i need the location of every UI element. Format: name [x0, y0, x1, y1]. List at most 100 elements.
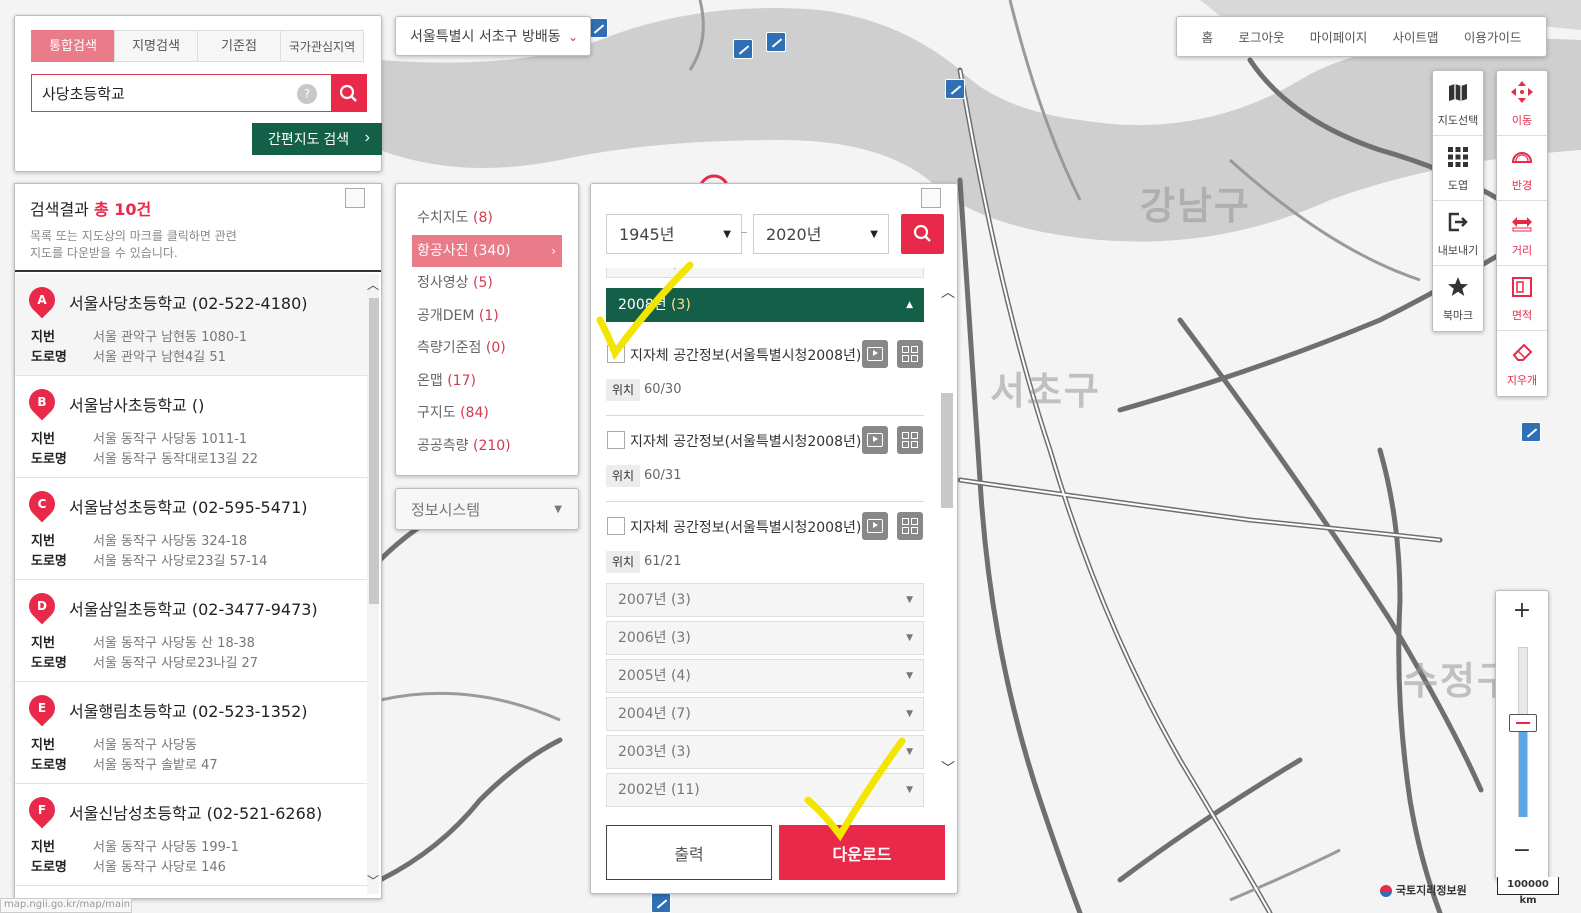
area-icon [1512, 277, 1532, 297]
result-title-prefix: 검색결과 [30, 200, 89, 219]
year-header-2006[interactable]: 2006년 (3) ▼ [606, 621, 924, 655]
result-item-b[interactable]: B 서울남사초등학교 () 지번 서울 동작구 사당동 1011-1 도로명 서울 … [15, 376, 367, 478]
result-item-f[interactable]: F 서울신남성초등학교 (02-521-6268) 지번 서울 동작구 사당동 1… [15, 784, 367, 886]
preview-icon[interactable] [862, 426, 888, 454]
tool-area[interactable]: 면적 [1497, 266, 1547, 331]
result-item-c[interactable]: C 서울남성초등학교 (02-595-5471) 지번 서울 동작구 사당동 32… [15, 478, 367, 580]
map-icon [1449, 84, 1467, 101]
location-dropdown-value: 서울특별시 서초구 방배동 [410, 29, 561, 45]
tab-place-search[interactable]: 지명검색 [114, 30, 198, 62]
tool-sheet[interactable]: 도엽 [1433, 136, 1483, 201]
tool-distance[interactable]: 거리 [1497, 201, 1547, 266]
tool-radius[interactable]: 반경 [1497, 136, 1547, 201]
star-icon [1448, 277, 1468, 296]
zoom-slider-handle[interactable] [1509, 714, 1537, 732]
category-digital-map[interactable]: 수치지도 (8) [412, 202, 562, 235]
scroll-thumb[interactable] [369, 298, 379, 604]
result-item-e[interactable]: E 서울행림초등학교 (02-523-1352) 지번 서울 동작구 사당동 도로… [15, 682, 367, 784]
caret-down-icon: ▼ [906, 595, 913, 605]
info-system-dropdown[interactable]: 정보시스템 ▼ [395, 488, 579, 530]
year-header-2004[interactable]: 2004년 (7) ▼ [606, 697, 924, 731]
expand-icon[interactable] [921, 188, 941, 208]
district-label-seocho: 서초구 [990, 369, 1101, 413]
nav-mypage-link[interactable]: 마이페이지 [1310, 27, 1368, 46]
print-button[interactable]: 출력 [606, 825, 772, 880]
export-icon [1448, 212, 1468, 232]
map-marker-icon[interactable] [1521, 422, 1541, 442]
preview-icon[interactable] [862, 512, 888, 540]
scroll-thumb[interactable] [941, 393, 953, 508]
result-item-d[interactable]: D 서울삼일초등학교 (02-3477-9473) 지번 서울 동작구 사당동 산… [15, 580, 367, 682]
nav-logout-link[interactable]: 로그아웃 [1238, 27, 1284, 46]
tool-map-select[interactable]: 지도선택 [1433, 71, 1483, 136]
location-tag: 위치 [606, 379, 640, 401]
category-onmap[interactable]: 온맵 (17) [412, 365, 562, 398]
tool-bookmark[interactable]: 북마크 [1433, 266, 1483, 331]
tool-export[interactable]: 내보내기 [1433, 201, 1483, 266]
result-item-name: 서울행림초등학교 (02-523-1352) [69, 702, 308, 721]
category-public-dem[interactable]: 공개DEM (1) [412, 300, 562, 333]
year-header-2007[interactable]: 2007년 (3) ▼ [606, 583, 924, 617]
annotation-checkmark-icon [596, 261, 694, 361]
year-from-select[interactable]: 1945년 ▼ [606, 214, 742, 254]
photo-list-scrollbar[interactable]: ︿ ﹀ [941, 268, 955, 798]
year-to-select[interactable]: 2020년 ▼ [753, 214, 889, 254]
category-old-map[interactable]: 구지도 (84) [412, 397, 562, 430]
photo-search-button[interactable] [901, 214, 944, 254]
result-item-name: 서울사당초등학교 (02-522-4180) [69, 294, 308, 313]
zoom-out-button[interactable]: − [1496, 831, 1548, 871]
map-marker-icon[interactable] [945, 79, 965, 99]
scroll-up-icon[interactable]: ︿ [941, 282, 955, 302]
nav-home-link[interactable]: 홈 [1202, 27, 1214, 46]
location-value: 60/30 [644, 382, 682, 397]
category-ortho-image[interactable]: 정사영상 (5) [412, 267, 562, 300]
tab-national-interest[interactable]: 국가관심지역 [280, 30, 364, 62]
map-marker-icon[interactable] [588, 18, 608, 38]
location-value: 60/31 [644, 468, 682, 483]
help-icon[interactable]: ? [297, 84, 317, 104]
location-dropdown[interactable]: 서울특별시 서초구 방배동 ⌄ [395, 16, 591, 56]
zoom-in-button[interactable]: + [1496, 591, 1548, 631]
photo-item: 지자체 공간정보(서울특별시청2008년) 위치 61/21 [606, 502, 924, 588]
photo-checkbox[interactable] [607, 431, 625, 449]
tile-index-icon[interactable] [897, 426, 923, 454]
category-survey-point[interactable]: 측량기준점 (0) [412, 332, 562, 365]
map-marker-icon[interactable] [651, 893, 671, 913]
annotation-checkmark-icon [804, 737, 906, 842]
simple-map-search-label: 간편지도 검색 [268, 131, 350, 147]
tool-move[interactable]: 이동 [1497, 71, 1547, 136]
expand-icon[interactable] [345, 188, 365, 208]
category-public-survey[interactable]: 공공측량 (210) [412, 430, 562, 463]
scroll-up-icon[interactable]: ︿ [367, 276, 379, 292]
photo-checkbox[interactable] [607, 517, 625, 535]
tab-control-point[interactable]: 기준점 [197, 30, 281, 62]
map-toolbar: 지도선택 도엽 내보내기 북마크 [1432, 70, 1484, 332]
caret-down-icon: ▼ [554, 504, 562, 515]
tab-integrated-search[interactable]: 통합검색 [31, 30, 115, 62]
distance-icon [1512, 217, 1532, 232]
result-item-a[interactable]: A 서울사당초등학교 (02-522-4180) 지번 서울 관악구 남현동 10… [15, 274, 367, 376]
tile-index-icon[interactable] [897, 340, 923, 368]
result-scrollbar[interactable]: ︿ ﹀ [367, 274, 379, 894]
info-system-label: 정보시스템 [411, 501, 481, 519]
tile-index-icon[interactable] [897, 512, 923, 540]
nav-sitemap-link[interactable]: 사이트맵 [1393, 27, 1439, 46]
chevron-right-icon: › [551, 243, 556, 258]
preview-icon[interactable] [862, 340, 888, 368]
category-aerial-photo[interactable]: 항공사진 (340) › [412, 234, 562, 267]
result-item-jibun: 지번 서울 동작구 사당동 1011-1 [31, 432, 248, 447]
nav-guide-link[interactable]: 이용가이드 [1464, 27, 1522, 46]
search-input[interactable] [31, 74, 331, 112]
result-title: 검색결과 총 10건 [30, 196, 366, 220]
year-header-2005[interactable]: 2005년 (4) ▼ [606, 659, 924, 693]
search-button[interactable] [331, 74, 367, 112]
tool-eraser[interactable]: 지우개 [1497, 331, 1547, 396]
simple-map-search-button[interactable]: 간편지도 검색 › [252, 123, 382, 155]
map-marker-icon[interactable] [766, 32, 786, 52]
caret-down-icon: ▼ [906, 633, 913, 643]
scroll-down-icon[interactable]: ﹀ [941, 758, 955, 778]
photo-item-name: 지자체 공간정보(서울특별시청2008년) [630, 434, 862, 450]
scroll-down-icon[interactable]: ﹀ [367, 872, 379, 888]
location-tag: 위치 [606, 551, 640, 573]
map-marker-icon[interactable] [733, 39, 753, 59]
